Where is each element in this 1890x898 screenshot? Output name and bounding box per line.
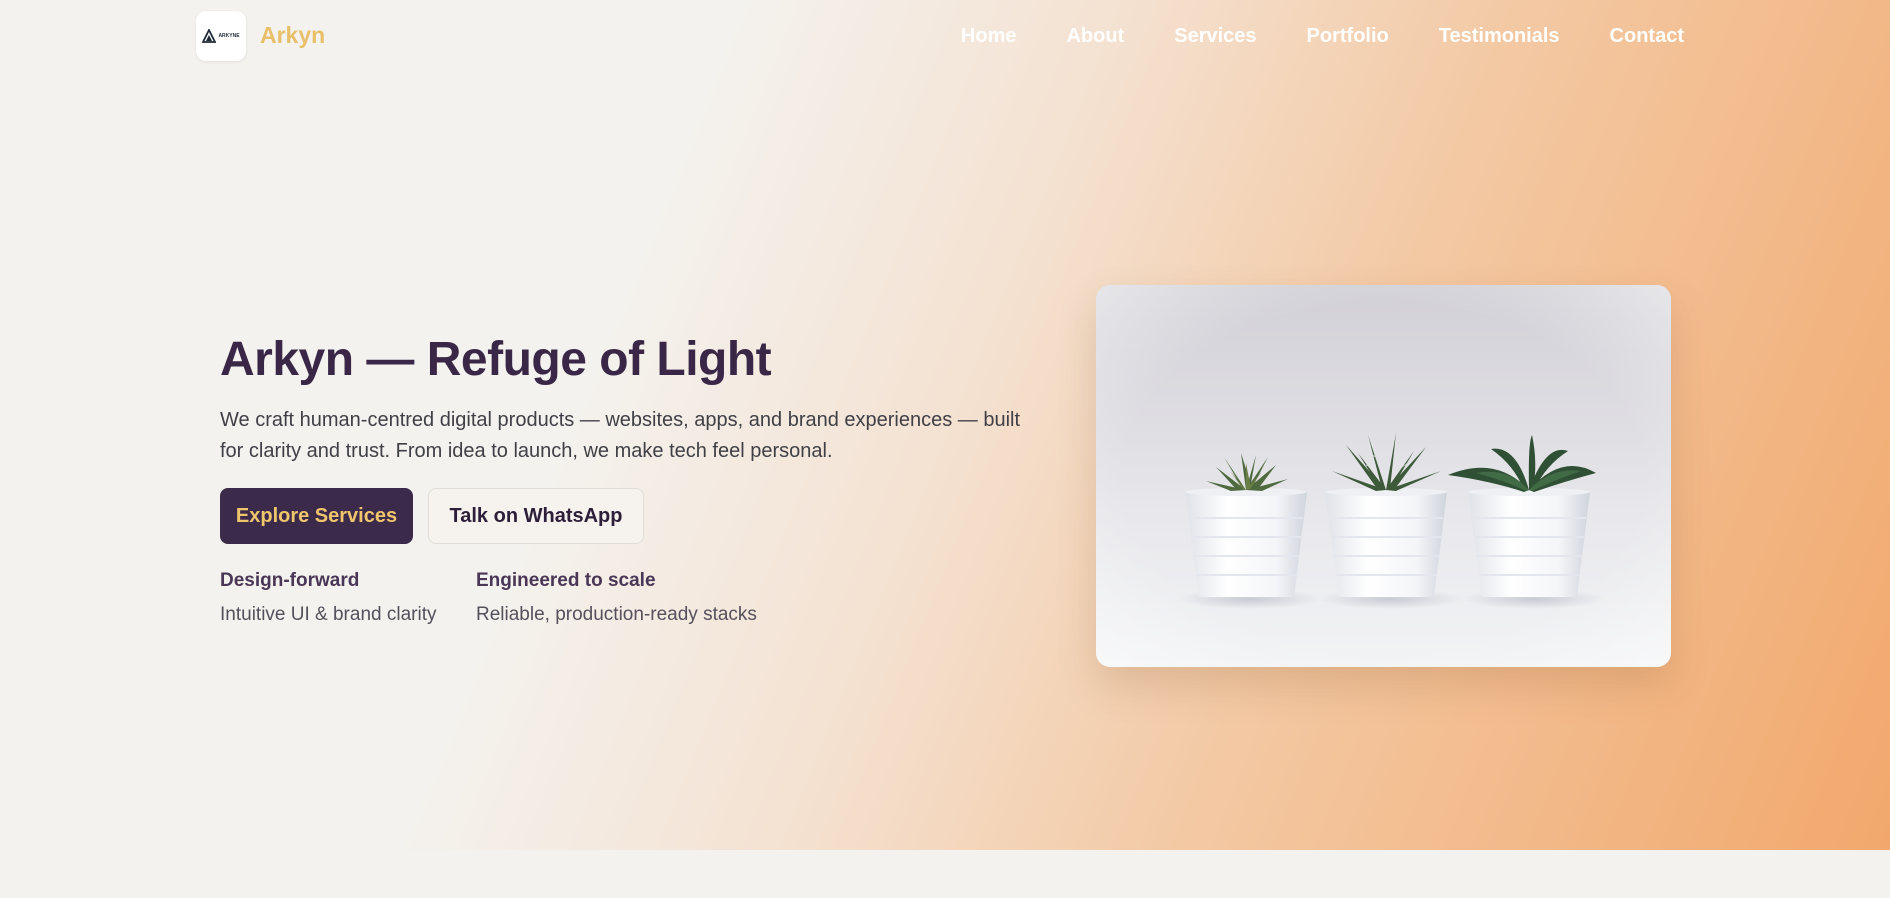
main-nav: Home About Services Portfolio Testimonia… — [961, 25, 1684, 48]
hero-title: Arkyn — Refuge of Light — [220, 333, 772, 386]
logo-text: ARKYNE — [218, 33, 240, 39]
nav-services[interactable]: Services — [1174, 25, 1256, 48]
feature-design: Design-forward Intuitive UI & brand clar… — [220, 570, 436, 626]
whatsapp-button[interactable]: Talk on WhatsApp — [428, 488, 644, 544]
next-section-edge — [0, 850, 1890, 898]
triangle-logo-icon — [202, 29, 217, 43]
succulents-image — [1096, 285, 1671, 667]
explore-services-button[interactable]: Explore Services — [220, 488, 413, 544]
feature-title: Engineered to scale — [476, 570, 656, 591]
logo-mark-icon: ARKYNE — [202, 29, 240, 43]
page: ARKYNE Arkyn Home About Services Portfol… — [0, 0, 1890, 898]
nav-portfolio[interactable]: Portfolio — [1307, 25, 1389, 48]
nav-testimonials[interactable]: Testimonials — [1439, 25, 1560, 48]
brand-name[interactable]: Arkyn — [260, 22, 325, 49]
logo[interactable]: ARKYNE — [196, 11, 246, 61]
feature-title: Design-forward — [220, 570, 360, 591]
feature-description: Reliable, production-ready stacks — [476, 604, 757, 625]
nav-about[interactable]: About — [1066, 25, 1124, 48]
hero-description: We craft human-centred digital products … — [220, 409, 1021, 462]
nav-home[interactable]: Home — [961, 25, 1017, 48]
feature-description: Intuitive UI & brand clarity — [220, 604, 437, 625]
hero-image — [1096, 285, 1671, 667]
feature-engineering: Engineered to scale Reliable, production… — [476, 570, 757, 626]
nav-contact[interactable]: Contact — [1610, 25, 1684, 48]
